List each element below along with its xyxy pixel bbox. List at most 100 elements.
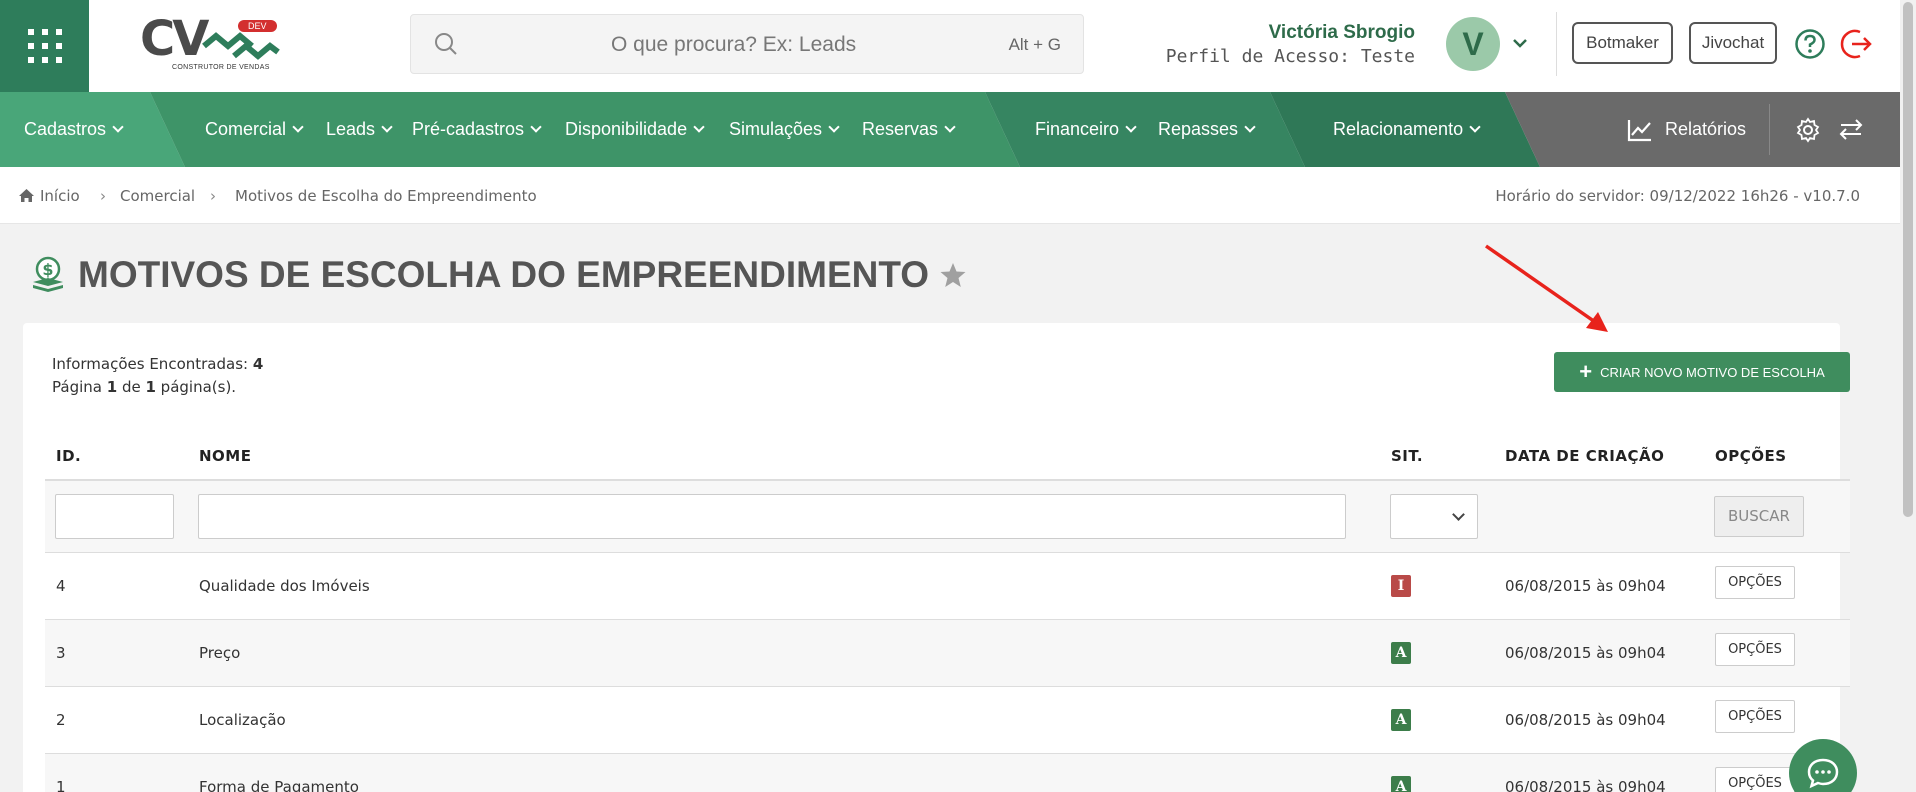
- col-sit[interactable]: SIT.: [1380, 433, 1494, 481]
- status-badge: A: [1391, 641, 1411, 664]
- options-button[interactable]: OPÇÕES: [1715, 566, 1795, 599]
- swap-icon[interactable]: [1839, 118, 1863, 140]
- options-button[interactable]: OPÇÕES: [1715, 633, 1795, 666]
- breadcrumb-separator: ›: [100, 187, 106, 205]
- divider: [1556, 12, 1557, 76]
- top-header: CV DEV CONSTRUTOR DE VENDAS O que procur…: [0, 0, 1900, 92]
- chevron-down-icon: [112, 121, 124, 133]
- cell-data: 06/08/2015 às 09h04: [1494, 619, 1704, 687]
- nav-comercial-label: Comercial: [205, 119, 287, 139]
- table-row: 4 Qualidade dos Imóveis I 06/08/2015 às …: [45, 552, 1850, 620]
- nav-relacionamento-label: Relacionamento: [1333, 119, 1464, 139]
- money-icon: $: [33, 256, 63, 292]
- options-button[interactable]: OPÇÕES: [1715, 767, 1795, 792]
- search-shortcut: Alt + G: [1008, 35, 1061, 54]
- nav-cadastros[interactable]: Cadastros: [24, 92, 124, 167]
- nav-repasses-label: Repasses: [1158, 119, 1239, 139]
- nav-financeiro-label: Financeiro: [1035, 119, 1120, 139]
- nav-relatorios[interactable]: Relatórios: [1627, 92, 1746, 167]
- nav-comercial[interactable]: Comercial: [205, 92, 304, 167]
- options-button[interactable]: OPÇÕES: [1715, 700, 1795, 733]
- nav-pre-cadastros[interactable]: Pré-cadastros: [412, 92, 542, 167]
- star-icon[interactable]: [939, 261, 967, 289]
- cell-opcoes: OPÇÕES: [1704, 552, 1850, 620]
- filter-nome-input[interactable]: [198, 493, 1346, 539]
- logo[interactable]: CV DEV CONSTRUTOR DE VENDAS: [140, 14, 280, 74]
- nav-simulacoes-label: Simulações: [729, 119, 823, 139]
- table-row: 3 Preço A 06/08/2015 às 09h04 OPÇÕES: [45, 619, 1850, 687]
- chevron-down-icon: [1469, 121, 1481, 133]
- cell-id: 3: [45, 619, 188, 687]
- create-reason-label: CRIAR NOVO MOTIVO DE ESCOLHA: [1600, 364, 1825, 380]
- cell-data: 06/08/2015 às 09h04: [1494, 753, 1704, 792]
- table-row: 1 Forma de Pagamento A 06/08/2015 às 09h…: [45, 753, 1850, 792]
- nav-financeiro[interactable]: Financeiro: [1035, 92, 1137, 167]
- chevron-down-icon: [693, 121, 705, 133]
- logout-icon[interactable]: [1840, 27, 1874, 61]
- cell-id: 2: [45, 686, 188, 754]
- cell-opcoes: OPÇÕES: [1704, 619, 1850, 687]
- gear-icon[interactable]: [1795, 117, 1821, 143]
- col-id[interactable]: ID.: [45, 433, 188, 481]
- col-data[interactable]: DATA DE CRIAÇÃO: [1494, 433, 1704, 481]
- content-card: Informações Encontradas: 4 Página 1 de 1…: [23, 323, 1850, 792]
- nav-disponibilidade-label: Disponibilidade: [565, 119, 688, 139]
- col-opcoes: OPÇÕES: [1704, 433, 1850, 481]
- apps-menu-button[interactable]: [0, 0, 89, 92]
- nav-repasses[interactable]: Repasses: [1158, 92, 1256, 167]
- user-name[interactable]: Victória Sbrogio: [1269, 22, 1415, 44]
- nav-relacionamento[interactable]: Relacionamento: [1333, 92, 1481, 167]
- cell-nome: Preço: [188, 619, 1380, 687]
- breadcrumb: Início › Comercial › Motivos de Escolha …: [0, 167, 1900, 224]
- reasons-table: ID. NOME SIT. DATA DE CRIAÇÃO OPÇÕES BUS…: [45, 433, 1850, 792]
- cell-id: 4: [45, 552, 188, 620]
- chevron-down-icon[interactable]: [1511, 34, 1529, 52]
- filter-sit-select[interactable]: [1390, 493, 1478, 539]
- filter-id-input[interactable]: [55, 493, 174, 539]
- pagination-info: Página 1 de 1 página(s).: [52, 378, 236, 396]
- nav-relatorios-label: Relatórios: [1665, 119, 1747, 139]
- help-icon[interactable]: [1794, 28, 1826, 60]
- breadcrumb-current: Motivos de Escolha do Empreendimento: [235, 187, 537, 205]
- logo-text: CV: [140, 11, 209, 67]
- cell-data: 06/08/2015 às 09h04: [1494, 686, 1704, 754]
- svg-text:$: $: [42, 260, 53, 279]
- status-badge: A: [1391, 708, 1411, 731]
- avatar[interactable]: V: [1446, 17, 1500, 71]
- chart-line-icon: [1627, 119, 1651, 141]
- search-button[interactable]: BUSCAR: [1714, 495, 1804, 537]
- page-scrollbar[interactable]: [1900, 0, 1916, 792]
- scrollbar-thumb[interactable]: [1903, 2, 1913, 517]
- pagination-prefix: Página: [52, 378, 107, 396]
- create-reason-button[interactable]: + CRIAR NOVO MOTIVO DE ESCOLHA: [1554, 352, 1850, 392]
- annotation-arrow: [1484, 244, 1608, 332]
- breadcrumb-separator: ›: [210, 187, 216, 205]
- chevron-down-icon: [530, 121, 542, 133]
- results-count-value: 4: [252, 355, 264, 373]
- nav-simulacoes[interactable]: Simulações: [729, 92, 840, 167]
- chevron-down-icon: [292, 121, 304, 133]
- status-badge: A: [1391, 775, 1411, 792]
- breadcrumb-comercial[interactable]: Comercial: [120, 187, 195, 205]
- chevron-down-icon: [1452, 507, 1465, 521]
- cell-sit: A: [1380, 753, 1494, 792]
- chevron-down-icon: [1125, 121, 1137, 133]
- botmaker-button[interactable]: Botmaker: [1572, 22, 1673, 64]
- chevron-down-icon: [944, 121, 956, 133]
- chat-icon: [1807, 758, 1839, 789]
- main-navbar: Cadastros Comercial Leads Pré-cadastros …: [0, 92, 1900, 167]
- col-nome[interactable]: NOME: [188, 433, 1380, 481]
- pagination-suffix: página(s).: [155, 378, 237, 396]
- nav-leads[interactable]: Leads: [326, 92, 393, 167]
- nav-reservas[interactable]: Reservas: [862, 92, 956, 167]
- results-count: Informações Encontradas: 4: [52, 355, 263, 373]
- breadcrumb-inicio[interactable]: Início: [40, 187, 80, 205]
- chevron-down-icon: [1244, 121, 1256, 133]
- nav-disponibilidade[interactable]: Disponibilidade: [565, 92, 705, 167]
- cell-nome: Qualidade dos Imóveis: [188, 552, 1380, 620]
- global-search-input[interactable]: O que procura? Ex: Leads Alt + G: [410, 14, 1084, 74]
- jivochat-button[interactable]: Jivochat: [1689, 22, 1777, 64]
- nav-pre-cadastros-label: Pré-cadastros: [412, 119, 525, 139]
- logo-subtitle: CONSTRUTOR DE VENDAS: [172, 64, 270, 71]
- nav-cadastros-label: Cadastros: [24, 119, 107, 139]
